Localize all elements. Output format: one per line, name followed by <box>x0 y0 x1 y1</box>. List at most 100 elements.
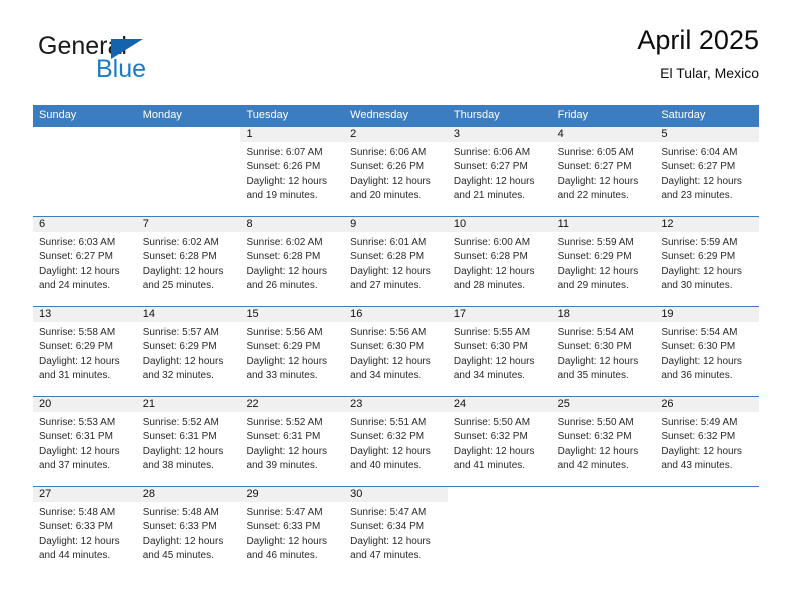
day-cell[interactable]: 8 Sunrise: 6:02 AM Sunset: 6:28 PM Dayli… <box>240 217 345 306</box>
daylight-text-line2: and 34 minutes. <box>350 370 422 382</box>
day-number: 26 <box>655 397 760 412</box>
daylight-text-line1: Daylight: 12 hours <box>453 265 535 277</box>
day-cell[interactable]: 26 Sunrise: 5:49 AM Sunset: 6:32 PM Dayl… <box>655 397 760 486</box>
sunrise-text: Sunrise: 6:00 AM <box>453 237 531 248</box>
sunset-text: Sunset: 6:33 PM <box>39 521 113 533</box>
sunrise-text: Sunrise: 5:47 AM <box>350 507 427 518</box>
sunrise-text: Sunrise: 5:53 AM <box>39 417 116 428</box>
day-cell[interactable]: 10 Sunrise: 6:00 AM Sunset: 6:28 PM Dayl… <box>447 217 552 306</box>
daylight-text-line2: and 20 minutes. <box>350 190 422 202</box>
sunset-text: Sunset: 6:27 PM <box>453 161 528 173</box>
sunset-text: Sunset: 6:30 PM <box>557 341 632 353</box>
calendar-grid: Sunday Monday Tuesday Wednesday Thursday… <box>33 105 760 576</box>
day-cell[interactable]: 21 Sunrise: 5:52 AM Sunset: 6:31 PM Dayl… <box>136 397 241 486</box>
day-cell[interactable]: 2 Sunrise: 6:06 AM Sunset: 6:26 PM Dayli… <box>344 127 448 216</box>
day-details: Sunrise: 5:47 AM Sunset: 6:33 PM Dayligh… <box>240 502 344 564</box>
calendar-week-row: 6 Sunrise: 6:03 AM Sunset: 6:27 PM Dayli… <box>33 216 760 306</box>
day-cell[interactable]: 14 Sunrise: 5:57 AM Sunset: 6:29 PM Dayl… <box>136 307 241 396</box>
day-cell[interactable]: 25 Sunrise: 5:50 AM Sunset: 6:32 PM Dayl… <box>551 397 656 486</box>
daylight-text-line2: and 23 minutes. <box>661 190 733 202</box>
day-cell[interactable]: 7 Sunrise: 6:02 AM Sunset: 6:28 PM Dayli… <box>136 217 241 306</box>
day-number: 13 <box>33 307 137 322</box>
day-details: Sunrise: 5:54 AM Sunset: 6:30 PM Dayligh… <box>655 322 759 384</box>
sunset-text: Sunset: 6:26 PM <box>246 161 321 173</box>
daylight-text-line2: and 43 minutes. <box>661 460 733 472</box>
day-cell[interactable]: 19 Sunrise: 5:54 AM Sunset: 6:30 PM Dayl… <box>655 307 760 396</box>
day-cell[interactable]: 17 Sunrise: 5:55 AM Sunset: 6:30 PM Dayl… <box>447 307 552 396</box>
day-number <box>551 487 656 502</box>
day-cell[interactable]: 3 Sunrise: 6:06 AM Sunset: 6:27 PM Dayli… <box>447 127 552 216</box>
day-number: 11 <box>551 217 656 232</box>
sunrise-text: Sunrise: 5:54 AM <box>557 327 634 338</box>
day-number: 15 <box>240 307 345 322</box>
weekday-header-row: Sunday Monday Tuesday Wednesday Thursday… <box>33 105 759 126</box>
daylight-text-line2: and 31 minutes. <box>39 370 111 382</box>
day-details: Sunrise: 6:06 AM Sunset: 6:27 PM Dayligh… <box>448 142 552 204</box>
day-cell[interactable]: 20 Sunrise: 5:53 AM Sunset: 6:31 PM Dayl… <box>33 397 137 486</box>
daylight-text-line1: Daylight: 12 hours <box>453 175 535 187</box>
sunset-text: Sunset: 6:28 PM <box>453 251 528 263</box>
day-details: Sunrise: 6:02 AM Sunset: 6:28 PM Dayligh… <box>240 232 344 294</box>
day-details: Sunrise: 5:50 AM Sunset: 6:32 PM Dayligh… <box>448 412 552 474</box>
day-cell[interactable]: 18 Sunrise: 5:54 AM Sunset: 6:30 PM Dayl… <box>551 307 656 396</box>
day-cell[interactable]: 28 Sunrise: 5:48 AM Sunset: 6:33 PM Dayl… <box>136 487 241 576</box>
day-cell[interactable]: 5 Sunrise: 6:04 AM Sunset: 6:27 PM Dayli… <box>655 127 760 216</box>
daylight-text-line2: and 37 minutes. <box>39 460 111 472</box>
day-cell[interactable]: 4 Sunrise: 6:05 AM Sunset: 6:27 PM Dayli… <box>551 127 656 216</box>
day-cell[interactable]: 16 Sunrise: 5:56 AM Sunset: 6:30 PM Dayl… <box>344 307 448 396</box>
sunrise-text: Sunrise: 5:59 AM <box>661 237 738 248</box>
daylight-text-line1: Daylight: 12 hours <box>557 175 639 187</box>
general-blue-logo[interactable]: General Blue <box>38 32 258 90</box>
daylight-text-line2: and 44 minutes. <box>39 550 111 562</box>
daylight-text-line2: and 33 minutes. <box>246 370 318 382</box>
day-cell[interactable]: 11 Sunrise: 5:59 AM Sunset: 6:29 PM Dayl… <box>551 217 656 306</box>
day-number: 22 <box>240 397 345 412</box>
daylight-text-line2: and 42 minutes. <box>557 460 629 472</box>
daylight-text-line1: Daylight: 12 hours <box>350 535 431 547</box>
weekday-header-monday: Monday <box>142 109 182 121</box>
daylight-text-line1: Daylight: 12 hours <box>557 445 639 457</box>
daylight-text-line2: and 35 minutes. <box>557 370 629 382</box>
sunset-text: Sunset: 6:32 PM <box>350 431 425 443</box>
sunset-text: Sunset: 6:32 PM <box>661 431 736 443</box>
day-details: Sunrise: 5:55 AM Sunset: 6:30 PM Dayligh… <box>448 322 552 384</box>
daylight-text-line2: and 32 minutes. <box>142 370 214 382</box>
sunrise-text: Sunrise: 5:56 AM <box>350 327 427 338</box>
day-cell[interactable]: 6 Sunrise: 6:03 AM Sunset: 6:27 PM Dayli… <box>33 217 137 306</box>
day-details: Sunrise: 5:49 AM Sunset: 6:32 PM Dayligh… <box>655 412 759 474</box>
day-cell[interactable]: 22 Sunrise: 5:52 AM Sunset: 6:31 PM Dayl… <box>240 397 345 486</box>
day-cell[interactable]: 1 Sunrise: 6:07 AM Sunset: 6:26 PM Dayli… <box>240 127 345 216</box>
day-cell[interactable]: 23 Sunrise: 5:51 AM Sunset: 6:32 PM Dayl… <box>344 397 448 486</box>
weekday-header-friday: Friday <box>557 109 589 121</box>
sunset-text: Sunset: 6:26 PM <box>350 161 425 173</box>
sunrise-text: Sunrise: 5:49 AM <box>661 417 738 428</box>
sunset-text: Sunset: 6:32 PM <box>453 431 528 443</box>
day-cell[interactable]: 13 Sunrise: 5:58 AM Sunset: 6:29 PM Dayl… <box>33 307 137 396</box>
day-number: 18 <box>551 307 656 322</box>
sunset-text: Sunset: 6:31 PM <box>246 431 321 443</box>
sunset-text: Sunset: 6:29 PM <box>246 341 321 353</box>
daylight-text-line2: and 34 minutes. <box>453 370 526 382</box>
sunset-text: Sunset: 6:31 PM <box>39 431 113 443</box>
daylight-text-line1: Daylight: 12 hours <box>557 355 639 367</box>
sunrise-text: Sunrise: 6:03 AM <box>39 237 116 248</box>
day-details: Sunrise: 5:53 AM Sunset: 6:31 PM Dayligh… <box>33 412 137 474</box>
day-cell[interactable]: 15 Sunrise: 5:56 AM Sunset: 6:29 PM Dayl… <box>240 307 345 396</box>
day-number: 21 <box>136 397 241 412</box>
day-cell[interactable]: 29 Sunrise: 5:47 AM Sunset: 6:33 PM Dayl… <box>240 487 345 576</box>
day-cell[interactable]: 24 Sunrise: 5:50 AM Sunset: 6:32 PM Dayl… <box>447 397 552 486</box>
sunrise-text: Sunrise: 6:06 AM <box>350 147 427 158</box>
daylight-text-line2: and 29 minutes. <box>557 280 629 292</box>
daylight-text-line1: Daylight: 12 hours <box>39 355 120 367</box>
day-cell[interactable]: 27 Sunrise: 5:48 AM Sunset: 6:33 PM Dayl… <box>33 487 137 576</box>
day-cell[interactable]: 12 Sunrise: 5:59 AM Sunset: 6:29 PM Dayl… <box>655 217 760 306</box>
day-details: Sunrise: 6:02 AM Sunset: 6:28 PM Dayligh… <box>137 232 241 294</box>
day-number: 9 <box>344 217 448 232</box>
daylight-text-line1: Daylight: 12 hours <box>350 265 431 277</box>
day-cell[interactable]: 9 Sunrise: 6:01 AM Sunset: 6:28 PM Dayli… <box>344 217 448 306</box>
sunrise-text: Sunrise: 5:58 AM <box>39 327 116 338</box>
daylight-text-line2: and 28 minutes. <box>453 280 526 292</box>
day-cell[interactable]: 30 Sunrise: 5:47 AM Sunset: 6:34 PM Dayl… <box>344 487 448 576</box>
weekday-header-saturday: Saturday <box>661 109 706 121</box>
sunset-text: Sunset: 6:28 PM <box>142 251 217 263</box>
